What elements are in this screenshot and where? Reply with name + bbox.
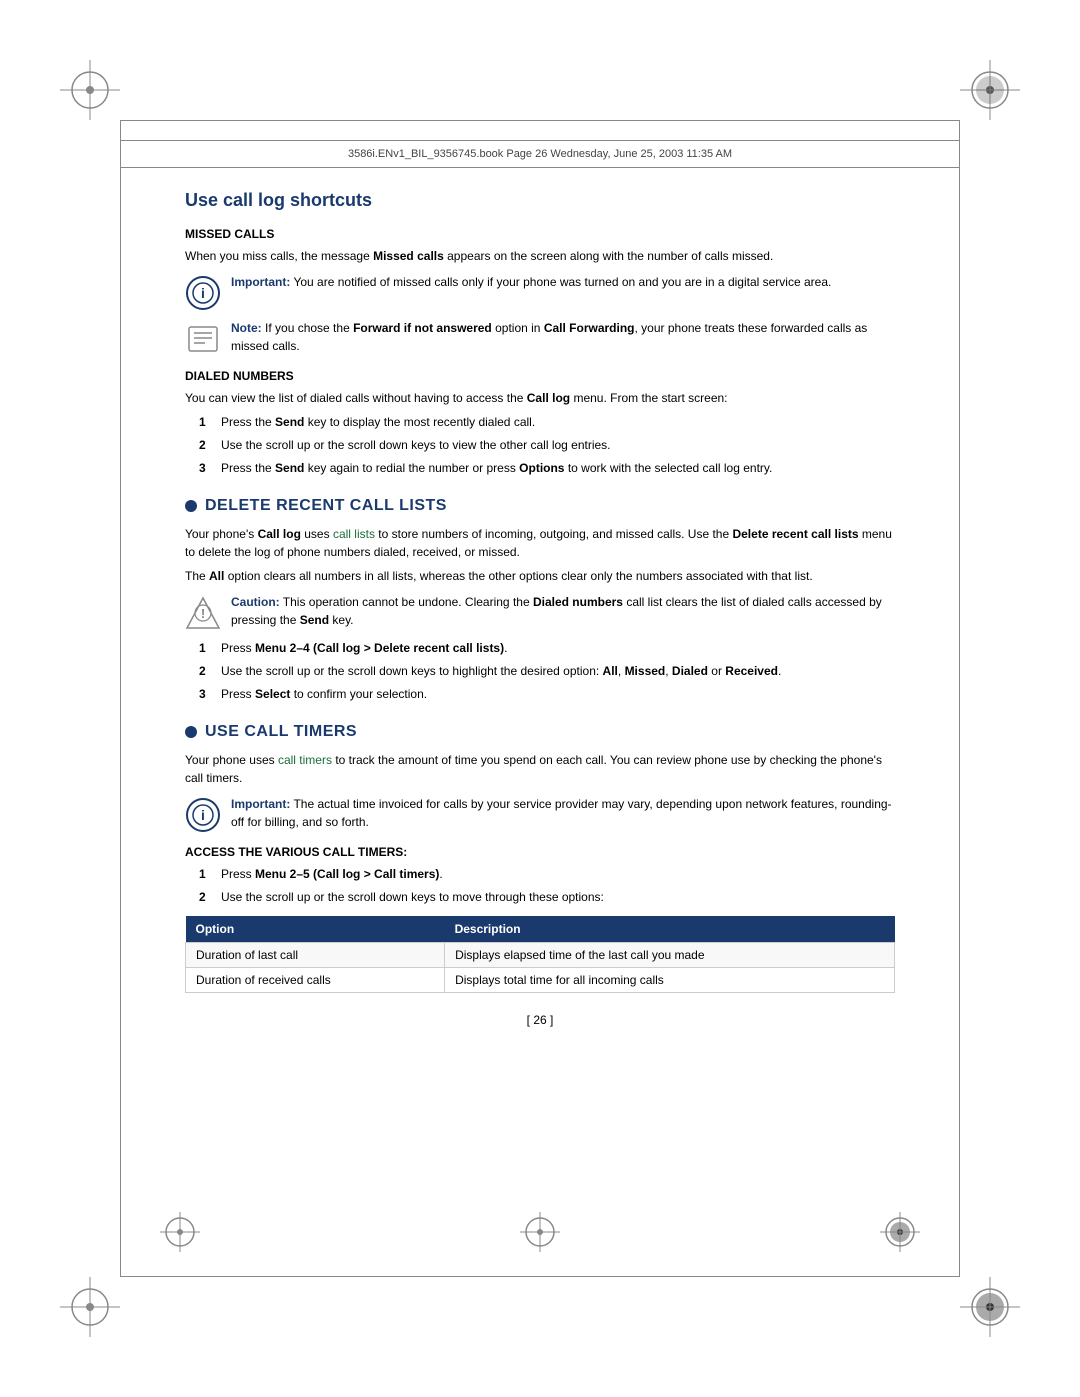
important-note-missed: i Important: You are notified of missed … bbox=[185, 273, 895, 311]
dialed-numbers-heading: DIALED NUMBERS bbox=[185, 369, 895, 383]
dialed-step-2: 2 Use the scroll up or the scroll down k… bbox=[199, 436, 895, 454]
corner-mark-bottom-right bbox=[960, 1277, 1020, 1337]
svg-text:i: i bbox=[201, 807, 205, 823]
use-call-timers-heading: USE CALL TIMERS bbox=[205, 723, 357, 741]
important-icon-timers: i bbox=[185, 797, 221, 833]
option-cell-2: Duration of received calls bbox=[186, 968, 445, 993]
note-missed: Note: If you chose the Forward if not an… bbox=[185, 319, 895, 357]
timer-step-2: 2 Use the scroll up or the scroll down k… bbox=[199, 888, 895, 906]
reg-line-bottom bbox=[120, 1276, 960, 1277]
corner-mark-bottom-left bbox=[60, 1277, 120, 1337]
delete-step-2: 2 Use the scroll up or the scroll down k… bbox=[199, 662, 895, 680]
delete-step-1: 1 Press Menu 2–4 (Call log > Delete rece… bbox=[199, 639, 895, 657]
delete-recent-body2: The All option clears all numbers in all… bbox=[185, 567, 895, 585]
description-cell-2: Displays total time for all incoming cal… bbox=[445, 968, 895, 993]
note-label: Note: bbox=[231, 321, 262, 335]
caution-body: This operation cannot be undone. Clearin… bbox=[231, 595, 882, 627]
note-icon bbox=[185, 321, 221, 357]
table-row: Duration of received calls Displays tota… bbox=[186, 968, 895, 993]
table-body: Duration of last call Displays elapsed t… bbox=[186, 943, 895, 993]
bottom-mark-1 bbox=[160, 1212, 200, 1252]
important-note-timers: i Important: The actual time invoiced fo… bbox=[185, 795, 895, 833]
page-number: [ 26 ] bbox=[185, 1013, 895, 1027]
delete-recent-body1: Your phone's Call log uses call lists to… bbox=[185, 525, 895, 561]
page: 3586i.ENv1_BIL_9356745.book Page 26 Wedn… bbox=[0, 0, 1080, 1397]
corner-mark-top-left bbox=[60, 60, 120, 120]
dialed-numbers-body: You can view the list of dialed calls wi… bbox=[185, 389, 895, 407]
table-header-row: Option Description bbox=[186, 916, 895, 943]
col-option-header: Option bbox=[186, 916, 445, 943]
bottom-mark-3 bbox=[880, 1212, 920, 1252]
note-body: If you chose the Forward if not answered… bbox=[231, 321, 867, 353]
delete-recent-heading: DELETE RECENT CALL LISTS bbox=[205, 497, 447, 515]
caution-text: Caution: This operation cannot be undone… bbox=[231, 593, 895, 629]
note-text: Note: If you chose the Forward if not an… bbox=[231, 319, 895, 355]
svg-text:!: ! bbox=[201, 606, 205, 621]
delete-recent-steps: 1 Press Menu 2–4 (Call log > Delete rece… bbox=[199, 639, 895, 703]
bullet-dot-delete bbox=[185, 500, 197, 512]
important-label: Important: bbox=[231, 275, 290, 289]
dialed-step-3: 3 Press the Send key again to redial the… bbox=[199, 459, 895, 477]
dialed-numbers-steps: 1 Press the Send key to display the most… bbox=[199, 413, 895, 477]
important-body: You are notified of missed calls only if… bbox=[293, 275, 831, 289]
caution-note-delete: ! Caution: This operation cannot be undo… bbox=[185, 593, 895, 631]
missed-calls-body: When you miss calls, the message Missed … bbox=[185, 247, 895, 265]
missed-calls-heading: MISSED CALLS bbox=[185, 227, 895, 241]
bottom-reg-row bbox=[0, 1212, 1080, 1252]
important-note-text: Important: You are notified of missed ca… bbox=[231, 273, 895, 291]
col-description-header: Description bbox=[445, 916, 895, 943]
content-area: Use call log shortcuts MISSED CALLS When… bbox=[185, 190, 895, 1217]
caution-label: Caution: bbox=[231, 595, 280, 609]
header-text: 3586i.ENv1_BIL_9356745.book Page 26 Wedn… bbox=[348, 148, 732, 160]
table-row: Duration of last call Displays elapsed t… bbox=[186, 943, 895, 968]
use-call-timers-heading-container: USE CALL TIMERS bbox=[185, 723, 895, 741]
svg-text:i: i bbox=[201, 285, 205, 301]
delete-step-3: 3 Press Select to confirm your selection… bbox=[199, 685, 895, 703]
reg-line-right bbox=[959, 120, 960, 1277]
important-timers-body: The actual time invoiced for calls by yo… bbox=[231, 797, 892, 829]
important-timers-label: Important: bbox=[231, 797, 290, 811]
important-icon: i bbox=[185, 275, 221, 311]
call-timers-table: Option Description Duration of last call… bbox=[185, 916, 895, 993]
timer-step-1: 1 Press Menu 2–5 (Call log > Call timers… bbox=[199, 865, 895, 883]
call-timers-body: Your phone uses call timers to track the… bbox=[185, 751, 895, 787]
bottom-mark-2 bbox=[520, 1212, 560, 1252]
header-bar: 3586i.ENv1_BIL_9356745.book Page 26 Wedn… bbox=[120, 140, 960, 168]
corner-mark-top-right bbox=[960, 60, 1020, 120]
section-title: Use call log shortcuts bbox=[185, 190, 895, 211]
important-note-timers-text: Important: The actual time invoiced for … bbox=[231, 795, 895, 831]
reg-line-left bbox=[120, 120, 121, 1277]
dialed-step-1: 1 Press the Send key to display the most… bbox=[199, 413, 895, 431]
reg-line-top bbox=[120, 120, 960, 121]
option-cell-1: Duration of last call bbox=[186, 943, 445, 968]
caution-icon: ! bbox=[185, 595, 221, 631]
call-timers-steps: 1 Press Menu 2–5 (Call log > Call timers… bbox=[199, 865, 895, 906]
bullet-dot-timers bbox=[185, 726, 197, 738]
access-call-timers-heading: ACCESS THE VARIOUS CALL TIMERS: bbox=[185, 845, 895, 859]
delete-recent-heading-container: DELETE RECENT CALL LISTS bbox=[185, 497, 895, 515]
description-cell-1: Displays elapsed time of the last call y… bbox=[445, 943, 895, 968]
